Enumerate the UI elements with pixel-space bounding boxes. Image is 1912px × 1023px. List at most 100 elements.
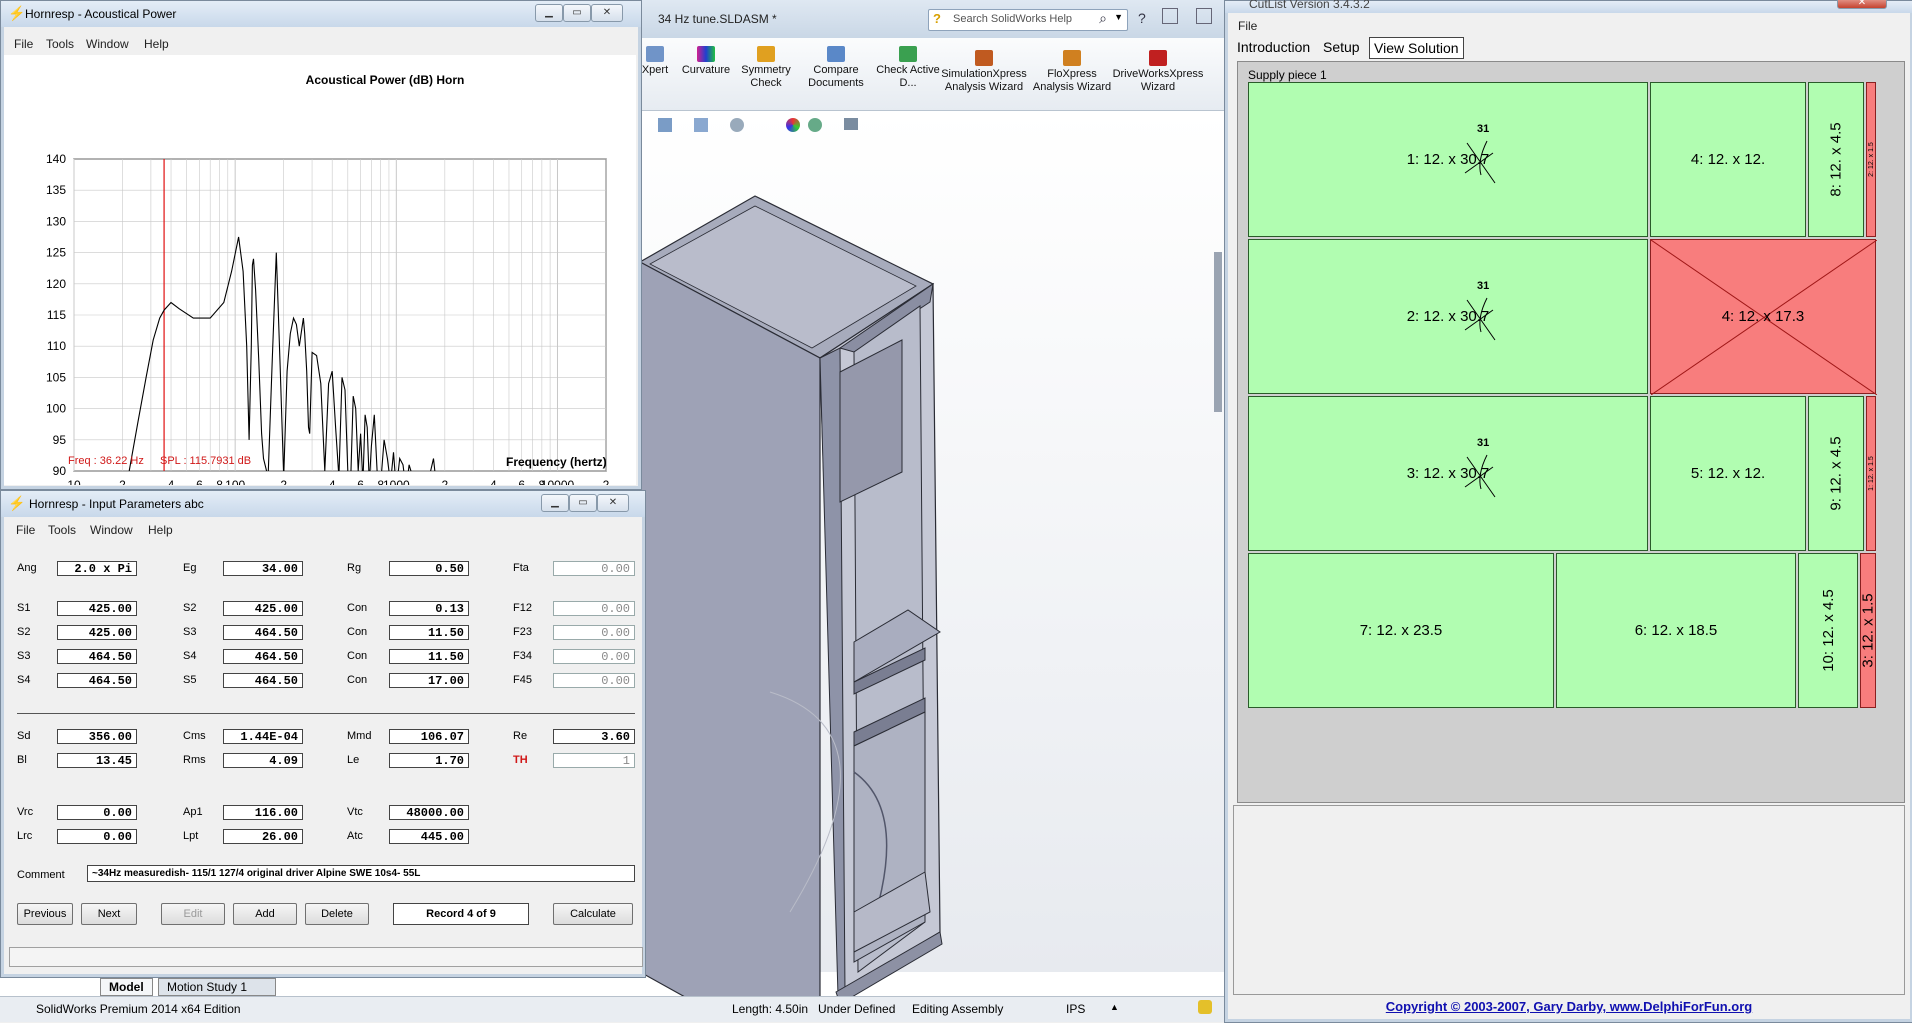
- help-search-input[interactable]: ? Search SolidWorks Help ⌕ ▼: [928, 9, 1128, 31]
- param-field-re[interactable]: 3.60: [553, 729, 635, 744]
- menu-file[interactable]: File: [14, 37, 33, 51]
- param-field-s1[interactable]: 425.00: [57, 601, 137, 616]
- cut-piece[interactable]: 3: 12. x 1.5: [1860, 553, 1877, 708]
- rebuild-icon[interactable]: [1198, 1000, 1212, 1014]
- delete-button[interactable]: Delete: [305, 903, 369, 925]
- acoustical-power-chart[interactable]: 140135130125120115110105100959010 2 4 6 8 100…: [4, 55, 636, 485]
- task-pane-tabs[interactable]: [1214, 252, 1222, 412]
- maximize-button[interactable]: ▭: [563, 4, 591, 22]
- cut-piece[interactable]: 9: 12. x 4.5: [1808, 396, 1864, 551]
- help-menu-icon[interactable]: ?: [1138, 10, 1146, 26]
- ribbon-button-floxpress[interactable]: FloXpress Analysis Wizard: [1032, 50, 1112, 94]
- menu-window[interactable]: Window: [86, 37, 129, 51]
- menu-tools[interactable]: Tools: [46, 37, 74, 51]
- cut-piece[interactable]: 4: 12. x 12.: [1650, 82, 1806, 237]
- close-button[interactable]: ✕: [1837, 0, 1887, 9]
- param-label: Eg: [183, 562, 197, 574]
- param-field-s5[interactable]: 464.50: [223, 673, 303, 688]
- param-field-le[interactable]: 1.70: [389, 753, 469, 768]
- cabinet-3d-model[interactable]: [640, 172, 1060, 1012]
- tab-view-solution[interactable]: View Solution: [1369, 37, 1464, 59]
- param-field-eg[interactable]: 34.00: [223, 561, 303, 576]
- status-units[interactable]: IPS: [1066, 1002, 1085, 1016]
- menu-help[interactable]: Help: [144, 37, 169, 51]
- param-field-ap1[interactable]: 116.00: [223, 805, 303, 820]
- ribbon-button-curvature[interactable]: Curvature: [678, 46, 734, 77]
- view-orientation-icon[interactable]: [658, 118, 672, 132]
- restore-icon[interactable]: [1196, 8, 1212, 24]
- display-style-icon[interactable]: [694, 118, 708, 132]
- param-field-con[interactable]: 11.50: [389, 649, 469, 664]
- param-field-f34[interactable]: 0.00: [553, 649, 635, 664]
- param-field-vrc[interactable]: 0.00: [57, 805, 137, 820]
- appearance-icon[interactable]: [786, 118, 800, 132]
- minimize-icon[interactable]: [1162, 8, 1178, 24]
- add-button[interactable]: Add: [233, 903, 297, 925]
- param-field-atc[interactable]: 445.00: [389, 829, 469, 844]
- ribbon-label: Check Active D...: [876, 64, 940, 89]
- ribbon-button-symmetry-check[interactable]: Symmetry Check: [740, 46, 792, 90]
- next-button[interactable]: Next: [81, 903, 137, 925]
- view-toolbar: [658, 118, 858, 134]
- param-field-ang[interactable]: 2.0 x Pi: [57, 561, 137, 576]
- ribbon-button-simulationxpress[interactable]: SimulationXpress Analysis Wizard: [936, 50, 1032, 94]
- tab-setup[interactable]: Setup: [1323, 37, 1360, 57]
- graphics-viewport[interactable]: [640, 112, 1228, 1012]
- cut-piece[interactable]: 1: 12. x 30.7 31: [1248, 82, 1648, 237]
- cut-piece[interactable]: 7: 12. x 23.5: [1248, 553, 1554, 708]
- param-field-con[interactable]: 17.00: [389, 673, 469, 688]
- chevron-up-icon[interactable]: ▲: [1110, 1002, 1119, 1012]
- ribbon-button-check-active[interactable]: Check Active D...: [876, 46, 940, 90]
- view-settings-icon[interactable]: [844, 118, 858, 130]
- cut-piece[interactable]: 1: 12. x 1.5: [1866, 396, 1876, 551]
- menu-file[interactable]: File: [1238, 19, 1257, 33]
- tab-motion-study[interactable]: Motion Study 1: [158, 978, 276, 996]
- cut-piece[interactable]: 6: 12. x 18.5: [1556, 553, 1796, 708]
- param-field-fta[interactable]: 0.00: [553, 561, 635, 576]
- scene-icon[interactable]: [808, 118, 822, 132]
- chevron-down-icon[interactable]: ▼: [1114, 12, 1123, 22]
- previous-button[interactable]: Previous: [17, 903, 73, 925]
- param-field-bl[interactable]: 13.45: [57, 753, 137, 768]
- param-field-f23[interactable]: 0.00: [553, 625, 635, 640]
- param-field-s2[interactable]: 425.00: [57, 625, 137, 640]
- param-field-con[interactable]: 11.50: [389, 625, 469, 640]
- param-field-s4[interactable]: 464.50: [57, 673, 137, 688]
- edit-button[interactable]: Edit: [161, 903, 225, 925]
- param-field-f12[interactable]: 0.00: [553, 601, 635, 616]
- calculate-button[interactable]: Calculate: [553, 903, 633, 925]
- param-field-lrc[interactable]: 0.00: [57, 829, 137, 844]
- ribbon-button-compare-documents[interactable]: Compare Documents: [800, 46, 872, 90]
- hide-show-icon[interactable]: [730, 118, 744, 132]
- cut-piece[interactable]: 8: 12. x 4.5: [1808, 82, 1864, 237]
- param-field-f45[interactable]: 0.00: [553, 673, 635, 688]
- param-field-th[interactable]: 1: [553, 753, 635, 768]
- param-field-s3[interactable]: 464.50: [223, 625, 303, 640]
- param-field-con[interactable]: 0.13: [389, 601, 469, 616]
- param-field-sd[interactable]: 356.00: [57, 729, 137, 744]
- cut-piece[interactable]: 10: 12. x 4.5: [1798, 553, 1858, 708]
- close-button[interactable]: ✕: [591, 4, 623, 22]
- tab-introduction[interactable]: Introduction: [1237, 37, 1310, 57]
- param-field-s4[interactable]: 464.50: [223, 649, 303, 664]
- cut-piece[interactable]: 3: 12. x 30.7 31: [1248, 396, 1648, 551]
- ribbon-button-driveworksxpress[interactable]: DriveWorksXpress Wizard: [1110, 50, 1206, 94]
- ribbon-button-xpert[interactable]: Xpert: [640, 46, 670, 77]
- tab-model[interactable]: Model: [100, 978, 153, 996]
- param-field-mmd[interactable]: 106.07: [389, 729, 469, 744]
- param-field-vtc[interactable]: 48000.00: [389, 805, 469, 820]
- param-field-s3[interactable]: 464.50: [57, 649, 137, 664]
- param-field-rg[interactable]: 0.50: [389, 561, 469, 576]
- copyright-link[interactable]: Copyright © 2003-2007, Gary Darby, www.D…: [1225, 999, 1912, 1014]
- comment-field[interactable]: ~34Hz measuredish- 115/1 127/4 original …: [87, 865, 635, 882]
- param-field-cms[interactable]: 1.44E-04: [223, 729, 303, 744]
- param-field-rms[interactable]: 4.09: [223, 753, 303, 768]
- minimize-button[interactable]: ▁: [535, 4, 563, 22]
- param-field-s2[interactable]: 425.00: [223, 601, 303, 616]
- param-field-lpt[interactable]: 26.00: [223, 829, 303, 844]
- cut-piece[interactable]: 4: 12. x 17.3: [1650, 239, 1877, 395]
- search-icon[interactable]: ⌕: [1099, 10, 1107, 27]
- cut-piece[interactable]: 2: 12. x 30.7 31: [1248, 239, 1648, 394]
- cut-piece[interactable]: 2: 12. x 1.5: [1866, 82, 1876, 237]
- cut-piece[interactable]: 5: 12. x 12.: [1650, 396, 1806, 551]
